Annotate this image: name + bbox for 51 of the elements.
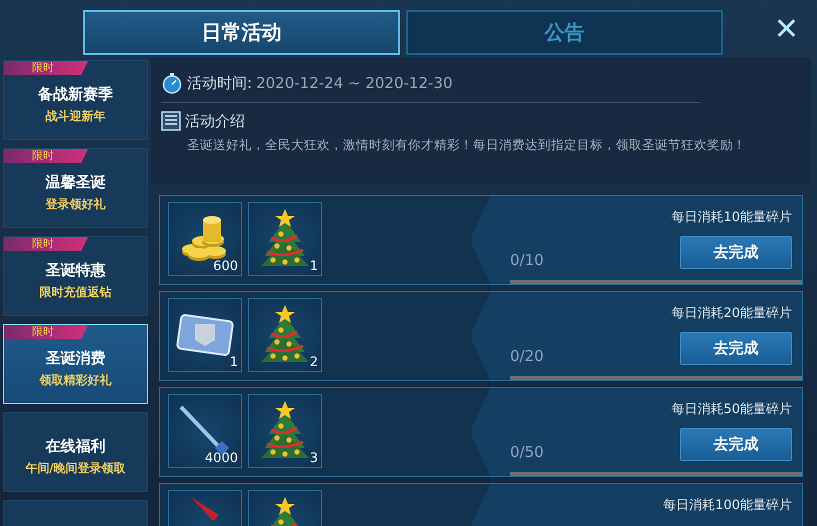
- progress-text: 0/50: [510, 443, 544, 461]
- reward-count: 2: [310, 355, 318, 370]
- reward-slot[interactable]: 600: [168, 202, 242, 276]
- time-label: 活动时间:: [187, 74, 252, 92]
- activity-subtitle: 限时充值返钻: [40, 284, 112, 301]
- activity-title: 圣诞特惠: [46, 261, 106, 280]
- time-limited-tag: 限时: [4, 325, 88, 339]
- progress-text: 0/20: [510, 347, 544, 365]
- reward-slot[interactable]: 3: [248, 394, 322, 468]
- task-title: 每日消耗100能量碎片: [663, 497, 792, 514]
- activity-title: 备战新赛季: [38, 85, 113, 104]
- time-value: 2020-12-24 ~ 2020-12-30: [256, 74, 453, 92]
- task-title: 每日消耗20能量碎片: [671, 305, 792, 322]
- go-complete-button[interactable]: 去完成: [680, 332, 792, 365]
- close-button[interactable]: ✕: [770, 10, 803, 50]
- time-limited-tag: 限时: [4, 149, 88, 163]
- task-title: 每日消耗10能量碎片: [671, 209, 792, 226]
- activity-subtitle: 战斗迎新年: [46, 108, 106, 125]
- task-title: 每日消耗50能量碎片: [671, 401, 792, 418]
- activity-item[interactable]: 在线福利 午间/晚间登录领取: [3, 412, 148, 492]
- tab[interactable]: 公告: [406, 10, 723, 55]
- reward-count: 3: [310, 451, 318, 466]
- activity-subtitle: 登录领好礼: [46, 196, 106, 213]
- time-limited-tag: 限时: [4, 237, 88, 251]
- reward-count: 1: [230, 355, 238, 370]
- activity-item[interactable]: 限时 圣诞消费 领取精彩好礼: [3, 324, 148, 404]
- activity-subtitle: 领取精彩好礼: [40, 372, 112, 389]
- intro-label: 活动介绍: [185, 112, 245, 130]
- intro-text: 圣诞送好礼，全民大狂欢，激情时刻有你才精彩！每日消费达到指定目标，领取圣诞节狂欢奖励！: [187, 136, 747, 154]
- activity-title: 在线福利: [46, 437, 106, 456]
- stopwatch-icon: [161, 72, 183, 94]
- reward-slot[interactable]: 1: [248, 202, 322, 276]
- list-icon: [161, 111, 181, 131]
- tab[interactable]: 日常活动: [83, 10, 400, 55]
- activity-title: 温馨圣诞: [46, 173, 106, 192]
- activity-title: 圣诞消费: [46, 349, 106, 368]
- go-complete-button[interactable]: 去完成: [680, 236, 792, 269]
- reward-slot[interactable]: 1: [168, 298, 242, 372]
- activity-item[interactable]: 限时 温馨圣诞 登录领好礼: [3, 148, 148, 228]
- reward-count: 600: [213, 259, 238, 274]
- go-complete-button[interactable]: 去完成: [680, 428, 792, 461]
- reward-slot[interactable]: 4000: [168, 394, 242, 468]
- activity-item[interactable]: 限时 备战新赛季 战斗迎新年: [3, 60, 148, 140]
- activity-item[interactable]: 限时 圣诞特惠 限时充值返钻: [3, 236, 148, 316]
- activity-subtitle: 午间/晚间登录领取: [25, 460, 126, 477]
- progress-text: 0/10: [510, 251, 544, 269]
- reward-slot[interactable]: 2: [248, 298, 322, 372]
- blade-icon: [191, 497, 219, 521]
- reward-count: 1: [310, 259, 318, 274]
- reward-count: 4000: [204, 451, 238, 466]
- time-limited-tag: 限时: [4, 61, 88, 75]
